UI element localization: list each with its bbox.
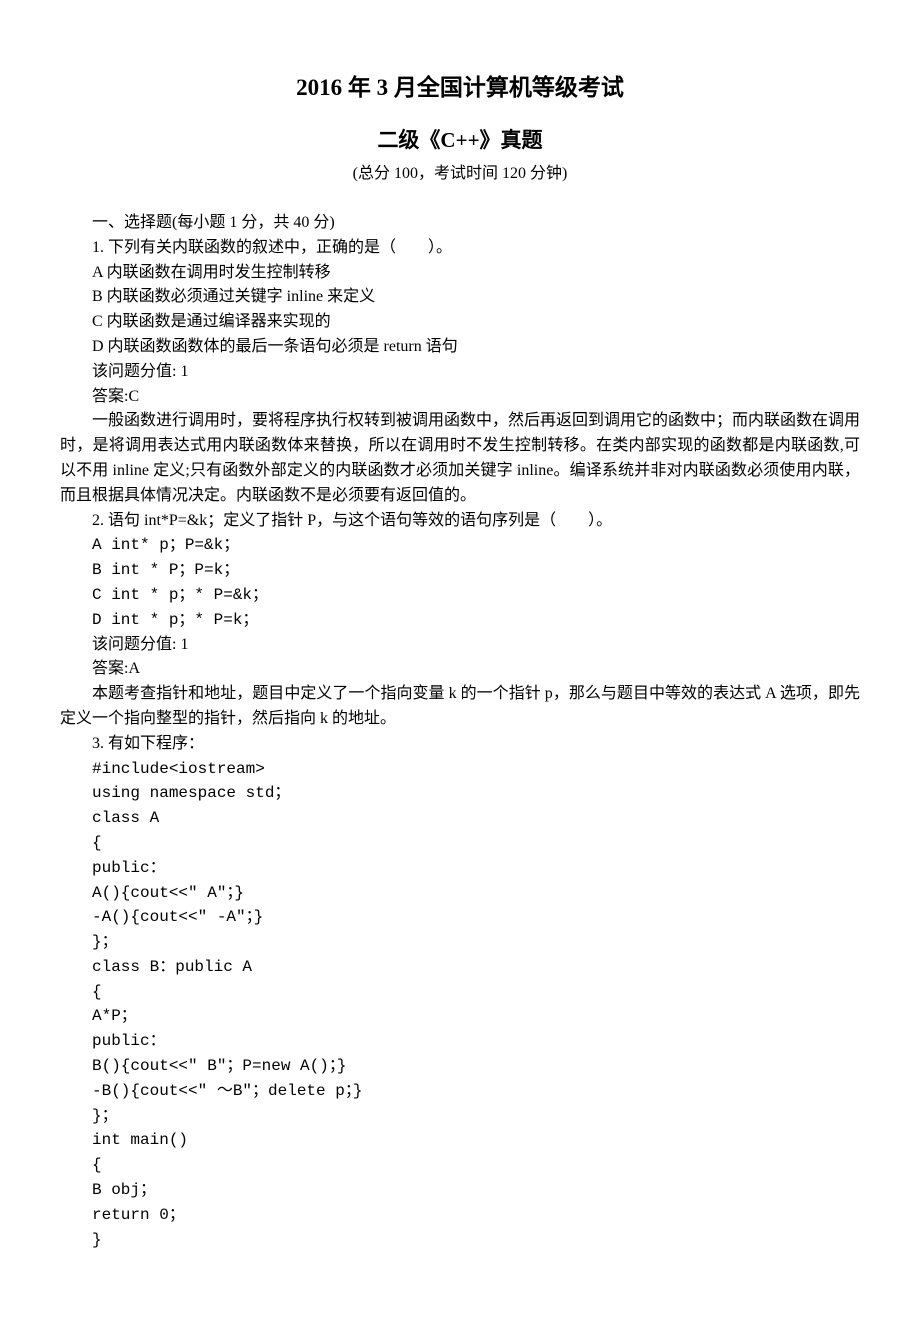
q1-option-d: D 内联函数函数体的最后一条语句必须是 return 语句 (60, 335, 860, 360)
q2-option-b: B int * P；P=k； (60, 558, 860, 583)
q3-code-line: #include<iostream> (60, 757, 860, 782)
q3-code-line: return 0； (60, 1203, 860, 1228)
q3-code-line: class A (60, 806, 860, 831)
q3-code-line: B(){cout<<" B"；P=new A()；} (60, 1054, 860, 1079)
q1-stem: 1. 下列有关内联函数的叙述中，正确的是（ ）。 (60, 236, 860, 261)
q3-code-line: -B(){cout<<" ～B"；delete p；} (60, 1079, 860, 1104)
q3-code-line: { (60, 1153, 860, 1178)
q3-code-line: class B：public A (60, 955, 860, 980)
exam-meta: (总分 100，考试时间 120 分钟) (60, 162, 860, 187)
q2-stem: 2. 语句 int*P=&k；定义了指针 P，与这个语句等效的语句序列是（ ）。 (60, 509, 860, 534)
q3-code-line: int main() (60, 1128, 860, 1153)
q1-option-c: C 内联函数是通过编译器来实现的 (60, 310, 860, 335)
q2-score: 该问题分值: 1 (60, 633, 860, 658)
q1-score: 该问题分值: 1 (60, 360, 860, 385)
q3-stem: 3. 有如下程序： (60, 732, 860, 757)
q2-option-d: D int * p；* P=k； (60, 608, 860, 633)
q1-explanation: 一般函数进行调用时，要将程序执行权转到被调用函数中，然后再返回到调用它的函数中；… (60, 409, 860, 508)
section-heading: 一、选择题(每小题 1 分，共 40 分) (60, 211, 860, 236)
q2-option-a: A int* p；P=&k； (60, 533, 860, 558)
q3-code-line: A*P； (60, 1004, 860, 1029)
q3-code-line: } (60, 1228, 860, 1253)
q3-code-line: { (60, 831, 860, 856)
q3-code-line: B obj； (60, 1178, 860, 1203)
q3-code-line: -A(){cout<<" -A"；} (60, 905, 860, 930)
q2-answer: 答案:A (60, 657, 860, 682)
q2-option-c: C int * p；* P=&k； (60, 583, 860, 608)
q3-code-line: }； (60, 1104, 860, 1129)
q3-code-line: using namespace std； (60, 781, 860, 806)
q3-code-line: public： (60, 1029, 860, 1054)
q3-code-line: }； (60, 930, 860, 955)
q3-code-line: public： (60, 856, 860, 881)
q3-code-line: { (60, 980, 860, 1005)
q1-answer: 答案:C (60, 385, 860, 410)
exam-title-main: 2016 年 3 月全国计算机等级考试 (60, 70, 860, 106)
q3-code-line: A(){cout<<" A"；} (60, 881, 860, 906)
exam-title-sub: 二级《C++》真题 (60, 124, 860, 157)
q1-option-b: B 内联函数必须通过关键字 inline 来定义 (60, 285, 860, 310)
q1-option-a: A 内联函数在调用时发生控制转移 (60, 261, 860, 286)
q2-explanation: 本题考查指针和地址，题目中定义了一个指向变量 k 的一个指针 p，那么与题目中等… (60, 682, 860, 732)
